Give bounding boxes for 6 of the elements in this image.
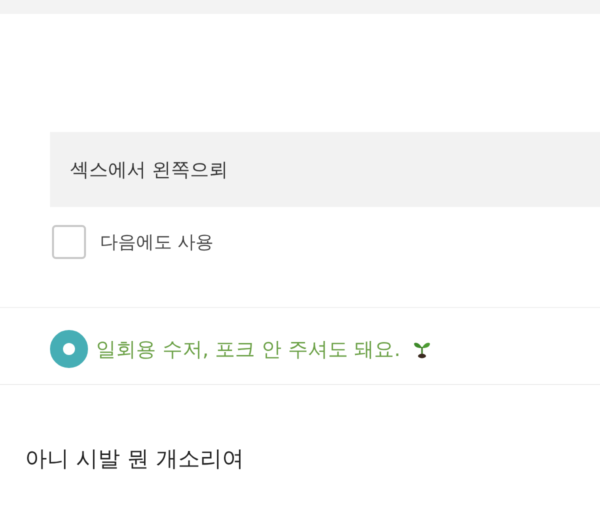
checkbox-label: 다음에도 사용: [100, 230, 214, 254]
request-field[interactable]: 섹스에서 왼쪽으뢰: [50, 132, 600, 207]
caption-text: 아니 시발 뭔 개소리여: [24, 446, 245, 474]
radio-button[interactable]: [50, 330, 88, 368]
option-label: 일회용 수저, 포크 안 주셔도 돼요.: [96, 336, 401, 363]
checkbox[interactable]: [52, 225, 86, 259]
